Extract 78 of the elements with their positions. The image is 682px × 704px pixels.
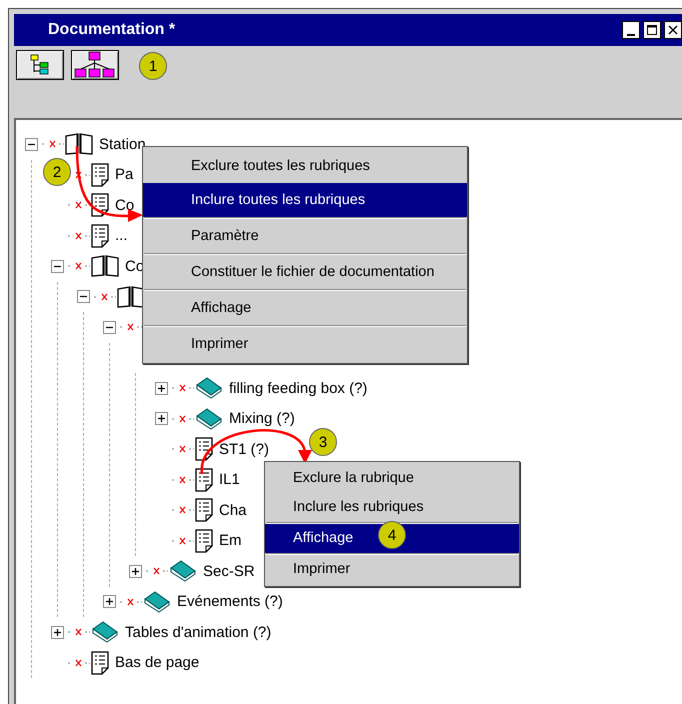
close-icon (667, 24, 679, 36)
x-mark-icon (68, 658, 90, 668)
x-mark-icon (172, 505, 194, 516)
hierarchy-chart-icon (73, 51, 117, 79)
book-icon (195, 408, 223, 430)
tree-item-label[interactable]: Evénements (?) (177, 593, 283, 610)
plus-icon (157, 414, 166, 424)
minimize-icon (627, 34, 635, 36)
maximize-button[interactable] (643, 21, 661, 39)
menu-item[interactable]: Inclure toutes les rubriques (143, 183, 467, 217)
tree-item-label[interactable]: Tables d'animation (?) (125, 624, 272, 641)
open-book-icon (65, 133, 93, 156)
book-icon (169, 560, 197, 582)
document-icon (195, 437, 213, 462)
tree-item-label[interactable]: ... (115, 227, 128, 244)
collapse-toggle[interactable] (77, 290, 90, 304)
open-book-icon (91, 255, 119, 278)
document-icon (195, 498, 213, 522)
plus-icon (131, 566, 140, 576)
tree-item-label[interactable]: filling feeding box (?) (229, 380, 368, 397)
tree-view-button[interactable] (16, 50, 64, 80)
x-mark-icon (120, 596, 142, 607)
tree-item-label[interactable]: ST1 (?) (219, 440, 270, 458)
x-mark-icon (172, 474, 194, 485)
menu-item[interactable]: Exclure toutes les rubriques (143, 149, 467, 183)
document-icon (91, 224, 109, 248)
window-title: Documentation * (48, 21, 176, 39)
x-mark-icon (172, 536, 194, 546)
document-icon (91, 650, 109, 675)
x-mark-icon (68, 200, 90, 210)
expand-toggle[interactable] (103, 595, 116, 608)
plus-icon (53, 628, 62, 637)
tree-item-label[interactable]: Cha (219, 502, 247, 519)
x-mark-icon (172, 444, 194, 454)
menu-item[interactable]: Imprimer (265, 555, 519, 584)
expand-toggle[interactable] (51, 626, 64, 639)
expand-toggle[interactable] (155, 412, 168, 426)
tree-item-label[interactable]: Bas de page (115, 654, 200, 672)
x-mark-icon (68, 230, 90, 241)
x-mark-icon (146, 566, 168, 576)
tree-item-label[interactable]: Co (115, 196, 134, 214)
menu-item[interactable]: Paramètre (143, 219, 467, 253)
collapse-toggle[interactable] (51, 260, 64, 273)
collapse-toggle[interactable] (103, 320, 116, 334)
tree-item-label[interactable]: Station (99, 136, 146, 153)
open-book-icon (117, 286, 145, 308)
plus-icon (157, 384, 166, 393)
tree-item-label[interactable]: Pa (115, 166, 134, 184)
expand-toggle[interactable] (155, 382, 168, 395)
collapse-toggle[interactable] (25, 138, 38, 151)
tree-item-label[interactable]: Mixing (?) (229, 410, 295, 428)
hierarchy-view-button[interactable] (71, 50, 119, 80)
plus-icon (105, 597, 114, 606)
menu-item[interactable]: Inclure les rubriques (265, 493, 519, 522)
x-mark-icon (172, 383, 194, 394)
x-mark-icon (42, 139, 64, 150)
x-mark-icon (94, 292, 116, 302)
book-icon (195, 377, 223, 400)
minimize-button[interactable] (622, 21, 640, 39)
book-icon (143, 590, 171, 613)
document-icon (195, 468, 213, 492)
tree-item-label[interactable]: Sec-SR (203, 562, 255, 580)
menu-item[interactable]: Exclure la rubrique (265, 464, 519, 493)
close-button[interactable] (664, 21, 682, 39)
document-icon (91, 162, 109, 187)
document-icon (195, 528, 213, 553)
maximize-icon (646, 24, 658, 36)
tree-item-label[interactable]: Em (219, 532, 242, 550)
book-icon (91, 621, 119, 644)
x-mark-icon (172, 414, 194, 424)
x-mark-icon (68, 261, 90, 272)
expand-toggle[interactable] (129, 564, 142, 578)
menu-item[interactable]: Constituer le fichier de documentation (143, 255, 467, 289)
x-mark-icon (68, 627, 90, 638)
x-mark-icon (120, 322, 142, 332)
menu-item[interactable]: Affichage (143, 291, 467, 325)
tree-item-label[interactable]: IL1 (219, 471, 240, 488)
menu-item[interactable]: Imprimer (143, 327, 467, 361)
